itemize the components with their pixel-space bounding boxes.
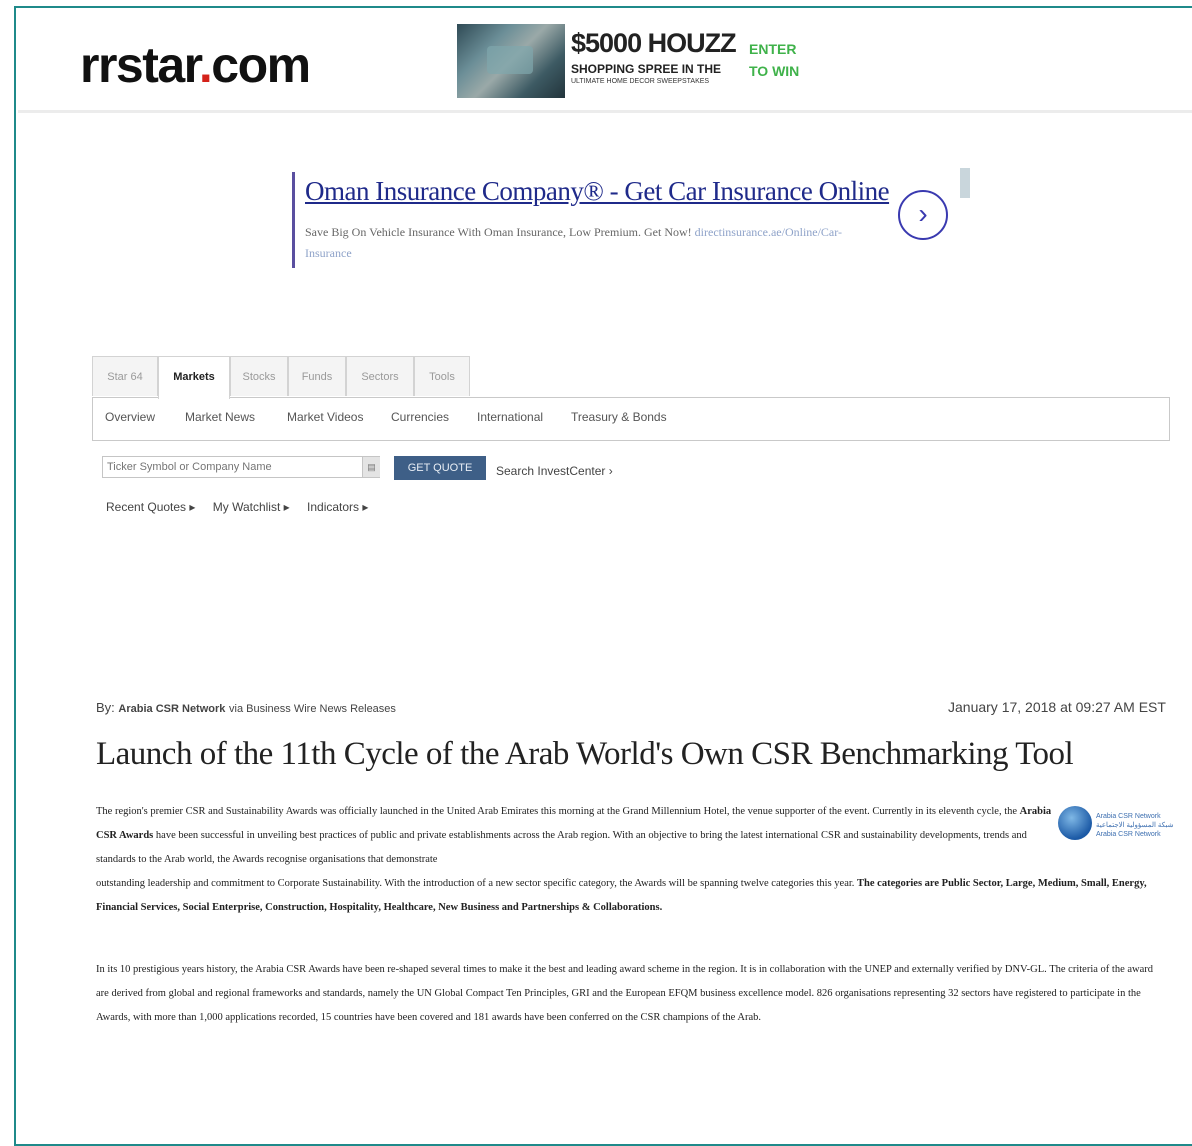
markets-subnav: Overview Market News Market Videos Curre… [92,397,1170,441]
quick-links: Recent Quotes ▸ My Watchlist ▸ Indicator… [106,500,382,514]
banner-ad-image [457,24,565,98]
csr-logo-text: Arabia CSR Network شبكة المسؤولية الاجتم… [1096,812,1173,839]
tab-tools[interactable]: Tools [414,356,470,396]
article-source: via Business Wire News Releases [229,703,396,715]
arabia-csr-logo: Arabia CSR Network شبكة المسؤولية الاجتم… [1058,806,1173,848]
search-investcenter-link[interactable]: Search InvestCenter › [496,464,613,478]
recent-quotes-link[interactable]: Recent Quotes ▸ [106,500,195,514]
article-paragraph-2: In its 10 prestigious years history, the… [96,964,1154,1023]
subnav-international[interactable]: International [477,410,543,424]
article-byline: By: Arabia CSR Network via Business Wire… [96,700,396,715]
text-ad-title[interactable]: Oman Insurance Company® - Get Car Insura… [305,176,890,207]
article-author[interactable]: Arabia CSR Network [118,703,225,715]
ticker-search-input[interactable] [102,456,380,478]
text-ad[interactable]: Oman Insurance Company® - Get Car Insura… [292,172,895,268]
houzz-banner-ad[interactable]: $5000 HOUZZ SHOPPING SPREE IN THE ULTIMA… [457,24,799,100]
tab-markets[interactable]: Markets [158,356,230,399]
article-date: January 17, 2018 at 09:27 AM EST [948,699,1166,715]
chevron-right-icon[interactable]: › [898,190,948,240]
subnav-treasury-bonds[interactable]: Treasury & Bonds [571,410,667,424]
csr-logo-text-2: شبكة المسؤولية الاجتماعية [1096,822,1174,829]
subnav-overview[interactable]: Overview [105,410,155,424]
article-headline: Launch of the 11th Cycle of the Arab Wor… [96,736,1074,772]
adchoices-icon[interactable] [960,168,970,198]
text-ad-description: Save Big On Vehicle Insurance With Oman … [305,222,885,264]
tab-sectors[interactable]: Sectors [346,356,414,396]
csr-logo-text-3: Arabia CSR Network [1096,831,1161,838]
banner-ad-subtitle-2: ULTIMATE HOME DECOR SWEEPSTAKES [571,78,710,85]
tab-star64[interactable]: Star 64 [92,356,158,396]
globe-icon [1058,806,1092,840]
banner-cta-line-2: TO WIN [749,63,800,79]
site-logo[interactable]: rrstar.com [80,36,311,94]
text-ad-desc-text: Save Big On Vehicle Insurance With Oman … [305,225,692,239]
p1-rest: have been successful in unveiling best p… [96,830,1027,865]
byline-prefix: By: [96,700,115,715]
tab-stocks[interactable]: Stocks [230,356,288,396]
get-quote-button[interactable]: GET QUOTE [394,456,486,480]
banner-cta-line-1: ENTER [749,41,797,57]
article-paragraph-1: The region's premier CSR and Sustainabil… [96,800,1056,872]
banner-ad-title: $5000 HOUZZ [571,28,737,58]
subnav-currencies[interactable]: Currencies [391,410,449,424]
csr-logo-text-1: Arabia CSR Network [1096,813,1161,820]
subnav-market-news[interactable]: Market News [185,410,255,424]
tab-funds[interactable]: Funds [288,356,346,396]
p1b-lead: outstanding leadership and commitment to… [96,878,858,889]
banner-ad-cta[interactable]: ENTER TO WIN [749,38,799,82]
indicators-link[interactable]: Indicators ▸ [307,500,368,514]
subnav-market-videos[interactable]: Market Videos [287,410,363,424]
article-paragraph-1b: outstanding leadership and commitment to… [96,872,1168,920]
p1-lead: The region's premier CSR and Sustainabil… [96,806,1020,817]
chevron-down-icon[interactable]: ▤ [362,457,380,477]
banner-ad-subtitle: SHOPPING SPREE IN THE [571,62,722,76]
my-watchlist-link[interactable]: My Watchlist ▸ [213,500,290,514]
